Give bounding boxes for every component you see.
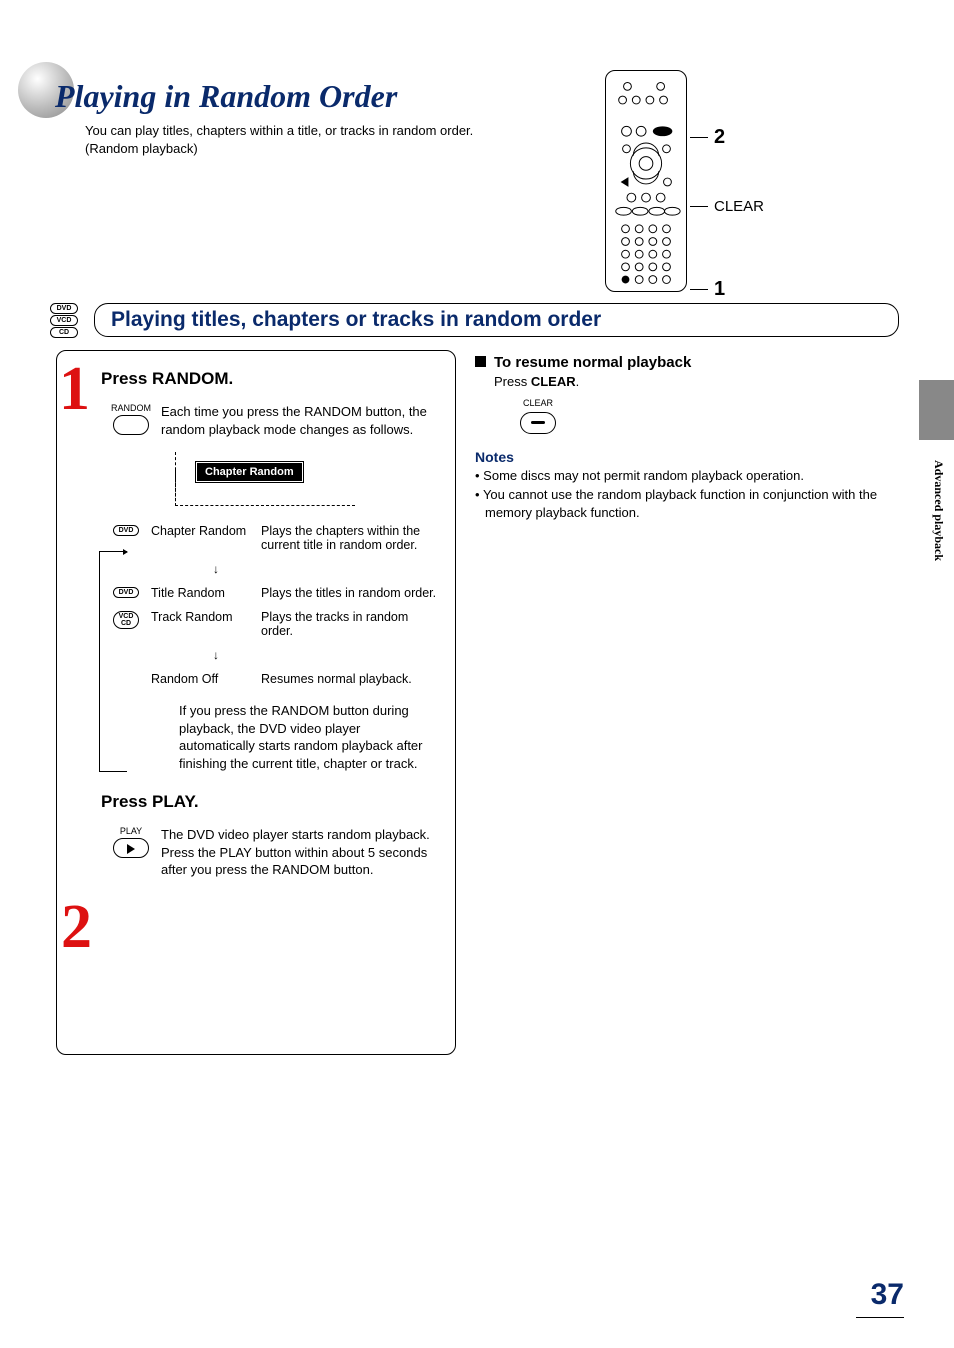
- page-number-rule: [856, 1317, 904, 1318]
- mode3-desc: Resumes normal playback.: [261, 672, 437, 686]
- remote-callouts: 2 CLEAR 1: [690, 70, 890, 292]
- arrow-down-icon: ↓: [213, 562, 437, 576]
- step1-bridge-text: If you press the RANDOM button during pl…: [179, 702, 439, 772]
- step-number-2: 2: [61, 903, 92, 953]
- notes-heading: Notes: [475, 448, 895, 468]
- page-number: 37: [871, 1278, 904, 1312]
- cycle-line-v: [99, 551, 100, 771]
- clear-button-icon: [520, 412, 556, 434]
- play-button-icon: [113, 838, 149, 858]
- step-number-1: 1: [59, 365, 90, 415]
- side-tab-highlight: [919, 380, 954, 440]
- square-bullet-icon: [475, 356, 486, 367]
- resume-period: .: [576, 374, 580, 389]
- section-heading: Playing titles, chapters or tracks in ra…: [111, 308, 882, 332]
- cycle-line-top: [99, 551, 127, 552]
- cycle-line-bot: [99, 771, 127, 772]
- random-button-label: RANDOM: [101, 403, 161, 413]
- right-column: To resume normal playback Press CLEAR. C…: [475, 352, 895, 522]
- arrow-down-icon: ↓: [213, 648, 437, 662]
- step2-desc: The DVD video player starts random playb…: [161, 826, 437, 879]
- step-panel: 1 Press RANDOM. RANDOM Each time you pre…: [56, 350, 456, 1055]
- mode0-name: Chapter Random: [151, 524, 261, 552]
- step1-title: Press RANDOM.: [101, 369, 437, 389]
- mode0-desc: Plays the chapters within the current ti…: [261, 524, 437, 552]
- mode2-badge: VCDCD: [113, 611, 139, 629]
- intro-text: You can play titles, chapters within a t…: [85, 122, 473, 158]
- resume-press: Press: [494, 374, 531, 389]
- mode3-name: Random Off: [151, 672, 261, 686]
- step1-desc: Each time you press the RANDOM button, t…: [161, 403, 437, 438]
- osd-display: Chapter Random: [175, 452, 355, 506]
- resume-heading: To resume normal playback: [494, 352, 691, 373]
- page-title: Playing in Random Order: [55, 78, 397, 115]
- remote-diagram: [605, 70, 687, 292]
- mode2-desc: Plays the tracks in random order.: [261, 610, 437, 638]
- side-tab-label: Advanced playback: [931, 460, 946, 561]
- badge-cd: CD: [50, 327, 78, 338]
- osd-chip: Chapter Random: [196, 462, 303, 482]
- mode1-name: Title Random: [151, 586, 261, 600]
- mode-list: DVD Chapter Random Plays the chapters wi…: [113, 524, 437, 686]
- note-item: You cannot use the random playback funct…: [475, 486, 895, 522]
- mode0-badge: DVD: [113, 525, 139, 536]
- badge-dvd: DVD: [50, 303, 78, 314]
- mode2-name: Track Random: [151, 610, 261, 638]
- mode1-desc: Plays the titles in random order.: [261, 586, 437, 600]
- section-bar: DVD VCD CD Playing titles, chapters or t…: [50, 300, 899, 339]
- mode1-badge: DVD: [113, 587, 139, 598]
- random-button-icon: [113, 415, 149, 435]
- note-item: Some discs may not permit random playbac…: [475, 467, 895, 485]
- callout-2: 2: [714, 126, 725, 149]
- badge-vcd: VCD: [50, 315, 78, 326]
- intro-line1: You can play titles, chapters within a t…: [85, 123, 473, 138]
- callout-1: 1: [714, 278, 725, 301]
- notes-block: Notes Some discs may not permit random p…: [475, 448, 895, 522]
- clear-button-label: CLEAR: [513, 397, 563, 410]
- intro-line2: (Random playback): [85, 141, 198, 156]
- callout-clear: CLEAR: [714, 198, 764, 215]
- step2-title: Press PLAY.: [101, 792, 437, 812]
- resume-clear-word: CLEAR: [531, 374, 576, 389]
- play-button-label: PLAY: [101, 826, 161, 836]
- disc-type-badges: DVD VCD CD: [50, 302, 88, 339]
